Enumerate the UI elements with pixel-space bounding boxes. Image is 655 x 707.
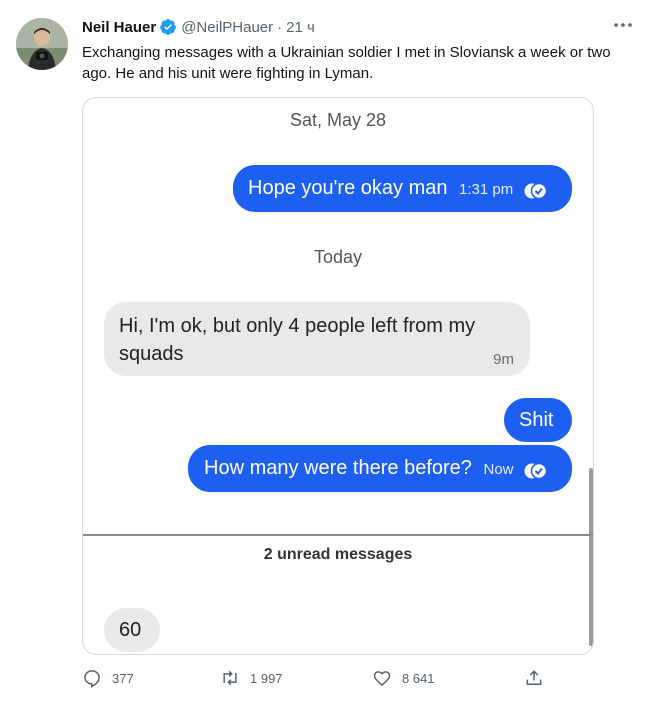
message-text: Shit xyxy=(519,409,554,431)
tweet-time[interactable]: 21 ч xyxy=(286,19,315,36)
reply-button[interactable]: 377 xyxy=(82,668,134,688)
message-bubble-incoming: Hi, I'm ok, but only 4 people left from … xyxy=(104,302,530,376)
message-bubble-incoming: 60 xyxy=(104,608,160,652)
date-separator: Today xyxy=(313,247,363,267)
message-bubble-outgoing: Shit xyxy=(504,398,572,442)
chat-screenshot[interactable]: Sat, May 28 Hope you're okay man 1:31 pm… xyxy=(82,97,594,655)
author-name[interactable]: Neil Hauer xyxy=(82,19,156,36)
message-text: Hope you're okay man xyxy=(248,177,448,199)
like-button[interactable]: 8 641 xyxy=(372,668,435,688)
share-icon xyxy=(526,670,542,685)
message-bubble-outgoing: How many were there before? Now xyxy=(188,445,572,492)
separator-dot: · xyxy=(277,18,283,36)
message-bubble-outgoing: Hope you're okay man 1:31 pm xyxy=(233,165,572,212)
unread-divider xyxy=(83,534,593,536)
message-text: How many were there before? xyxy=(204,457,472,479)
message-time: 9m xyxy=(493,351,514,368)
tweet-actions: 377 1 997 8 641 xyxy=(82,668,552,692)
read-receipt-icon xyxy=(523,460,548,479)
message-time: Now xyxy=(483,461,514,478)
share-button[interactable] xyxy=(524,668,554,688)
message-text-line-1: Hi, I'm ok, but only 4 people left from … xyxy=(119,315,476,337)
tweet-header: Neil Hauer @NeilPHauer · 21 ч xyxy=(82,16,315,38)
tweet-text: Exchanging messages with a Ukrainian sol… xyxy=(82,44,611,82)
retweet-count: 1 997 xyxy=(250,670,283,686)
retweet-icon xyxy=(223,670,237,686)
like-icon xyxy=(373,671,391,687)
reply-icon xyxy=(84,670,100,688)
unread-messages-label: 2 unread messages xyxy=(263,546,413,563)
like-count: 8 641 xyxy=(402,670,435,686)
message-text: 60 xyxy=(119,619,142,641)
avatar[interactable] xyxy=(16,18,68,70)
date-separator: Sat, May 28 xyxy=(289,110,387,130)
author-handle[interactable]: @NeilPHauer xyxy=(181,19,273,36)
more-icon[interactable] xyxy=(613,18,633,34)
reply-count: 377 xyxy=(112,670,134,686)
tweet: Neil Hauer @NeilPHauer · 21 ч Exchanging… xyxy=(0,0,655,707)
message-text-line-2: squads xyxy=(119,343,184,365)
message-time: 1:31 pm xyxy=(459,181,514,198)
retweet-button[interactable]: 1 997 xyxy=(220,668,283,688)
read-receipt-icon xyxy=(523,180,548,199)
verified-icon xyxy=(159,18,177,36)
